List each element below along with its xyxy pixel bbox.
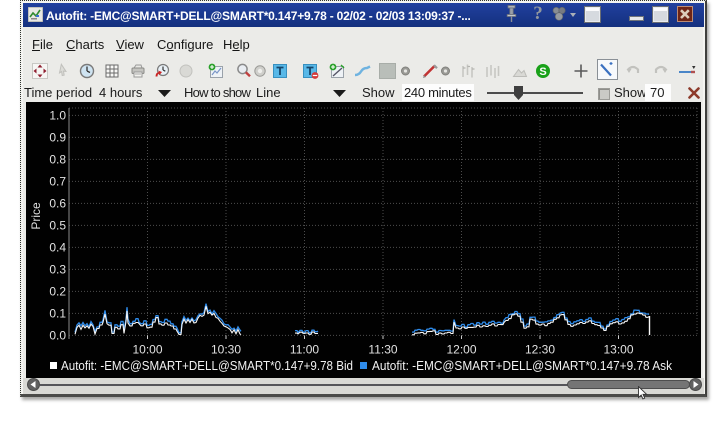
svg-text:S: S: [539, 66, 546, 78]
svg-text:0.2: 0.2: [49, 284, 66, 298]
svg-text:12:00: 12:00: [446, 343, 476, 357]
svg-text:1.0: 1.0: [49, 108, 66, 122]
svg-text:0.5: 0.5: [49, 218, 66, 232]
svg-text:12:30: 12:30: [525, 343, 555, 357]
svg-text:0.7: 0.7: [49, 174, 66, 188]
svg-text:0.4: 0.4: [49, 240, 66, 254]
svg-text:0.0: 0.0: [49, 328, 66, 342]
svg-text:0.1: 0.1: [49, 306, 66, 320]
svg-text:11:00: 11:00: [290, 343, 319, 357]
svg-text:0.6: 0.6: [49, 196, 66, 210]
svg-text:Autofit: -EMC@SMART+DELL@SMART: Autofit: -EMC@SMART+DELL@SMART*0.147+9.7…: [372, 358, 672, 373]
svg-text:13:00: 13:00: [603, 343, 633, 357]
svg-text:Autofit: -EMC@SMART+DELL@SMART: Autofit: -EMC@SMART+DELL@SMART*0.147+9.7…: [61, 358, 353, 373]
svg-text:0.3: 0.3: [49, 262, 66, 276]
svg-text:11:30: 11:30: [368, 343, 397, 357]
svg-text:0.9: 0.9: [49, 130, 66, 144]
svg-text:0.8: 0.8: [49, 152, 66, 166]
svg-text:10:30: 10:30: [211, 343, 241, 357]
svg-text:Price: Price: [29, 202, 43, 230]
svg-text:10:00: 10:00: [132, 343, 162, 357]
